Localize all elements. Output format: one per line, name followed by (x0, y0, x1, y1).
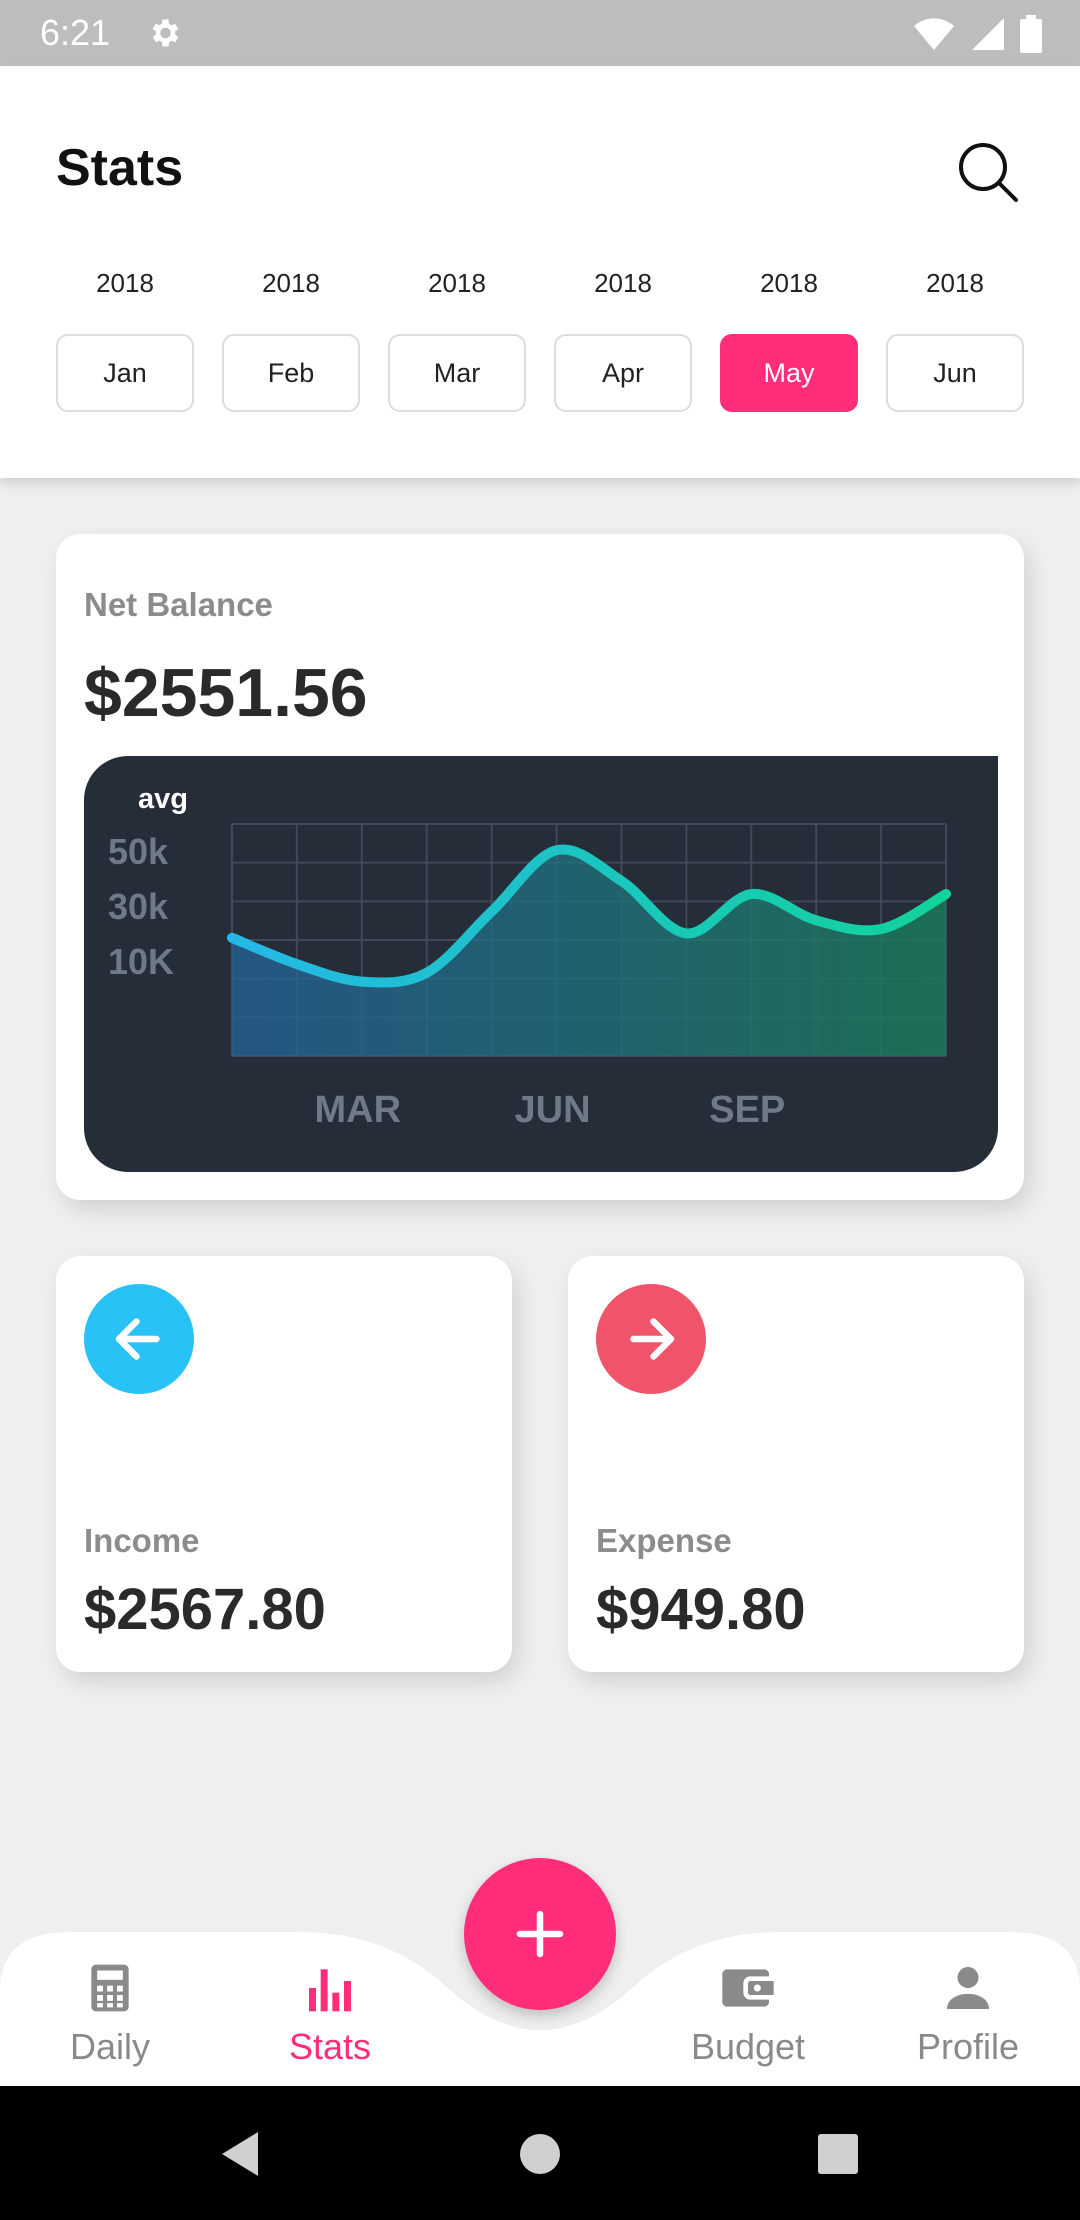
month-year: 2018 (926, 268, 984, 298)
status-bar: 6:21 (0, 0, 1080, 66)
month-chip-jun[interactable]: Jun (886, 334, 1024, 412)
month-year: 2018 (262, 268, 320, 298)
arrow-right-icon (630, 1318, 675, 1360)
chart-legend-label: avg (138, 783, 188, 815)
status-time: 6:21 (40, 12, 111, 53)
month-year: 2018 (594, 268, 652, 298)
signal-icon (972, 18, 1004, 50)
person-icon (947, 1967, 989, 2009)
home-circle-icon[interactable] (510, 2124, 570, 2184)
month-selector-item[interactable]: 2018 Jan (56, 266, 194, 412)
month-chip-mar[interactable]: Mar (388, 334, 526, 412)
x-tick-label: SEP (709, 1089, 785, 1131)
nav-label-budget: Budget (690, 2026, 806, 2067)
plus-icon (516, 1910, 564, 1958)
page-title: Stats (56, 139, 184, 197)
income-icon-circle (84, 1284, 194, 1394)
nav-label-daily: Daily (69, 2026, 150, 2067)
income-card[interactable]: Income $2567.80 (56, 1256, 512, 1672)
y-tick-label: 50k (108, 831, 169, 872)
month-chip-jan[interactable]: Jan (56, 334, 194, 412)
header: Stats 2018 Jan 2018 Feb 2018 Mar 2018 Ap… (0, 66, 1080, 478)
nav-item-budget[interactable]: Budget (648, 1960, 848, 2080)
recents-square-icon[interactable] (808, 2124, 868, 2184)
net-balance-label: Net Balance (84, 586, 273, 623)
bar-chart-icon (309, 1969, 351, 2012)
nav-item-stats[interactable]: Stats (230, 1960, 430, 2080)
month-chip-apr[interactable]: Apr (554, 334, 692, 412)
y-tick-label: 30k (108, 886, 169, 927)
expense-icon-circle (596, 1284, 706, 1394)
y-tick-label: 10K (108, 941, 174, 982)
expense-label: Expense (596, 1522, 732, 1559)
income-label: Income (84, 1522, 200, 1559)
wifi-icon (914, 18, 954, 50)
chart-area (232, 849, 946, 1056)
expense-value: $949.80 (596, 1577, 806, 1642)
month-selector-item[interactable]: 2018 Apr (554, 266, 692, 412)
settings-gear-icon (152, 19, 179, 47)
net-balance-card: Net Balance $2551.56 avg 50k 30k 10K MAR JU… (56, 534, 1024, 1200)
month-selector-item[interactable]: 2018 Feb (222, 266, 360, 412)
nav-label-profile: Profile (916, 2026, 1020, 2067)
x-tick-label: JUN (515, 1089, 591, 1131)
line-chart: avg 50k 30k 10K MAR JUN SEP (108, 783, 951, 1131)
month-year: 2018 (760, 268, 818, 298)
month-year: 2018 (428, 268, 486, 298)
wallet-icon (722, 1969, 774, 2007)
income-value: $2567.80 (84, 1577, 326, 1642)
nav-item-daily[interactable]: Daily (10, 1960, 210, 2080)
month-selector-item[interactable]: 2018 Jun (886, 266, 1024, 412)
search-icon[interactable] (956, 140, 1020, 204)
expense-card[interactable]: Expense $949.80 (568, 1256, 1024, 1672)
nav-item-profile[interactable]: Profile (868, 1960, 1068, 2080)
calculator-icon (91, 1964, 129, 2012)
net-balance-value: $2551.56 (84, 655, 368, 731)
month-selector-item[interactable]: 2018 Mar (388, 266, 526, 412)
x-axis-ticks: MAR JUN SEP (315, 1089, 786, 1131)
month-chip-feb[interactable]: Feb (222, 334, 360, 412)
battery-icon (1020, 15, 1042, 53)
arrow-left-icon (115, 1318, 160, 1360)
net-balance-chart: avg 50k 30k 10K MAR JUN SEP (84, 756, 998, 1172)
month-year: 2018 (96, 268, 154, 298)
x-tick-label: MAR (315, 1089, 402, 1131)
system-navigation-bar (0, 2086, 1080, 2220)
back-triangle-icon[interactable] (212, 2124, 272, 2184)
nav-label-stats: Stats (288, 2026, 372, 2067)
month-chip-may[interactable]: May (720, 334, 858, 412)
add-transaction-button[interactable] (464, 1858, 616, 2010)
y-axis-ticks: 50k 30k 10K (108, 831, 174, 982)
month-selector-item[interactable]: 2018 May (720, 266, 858, 412)
